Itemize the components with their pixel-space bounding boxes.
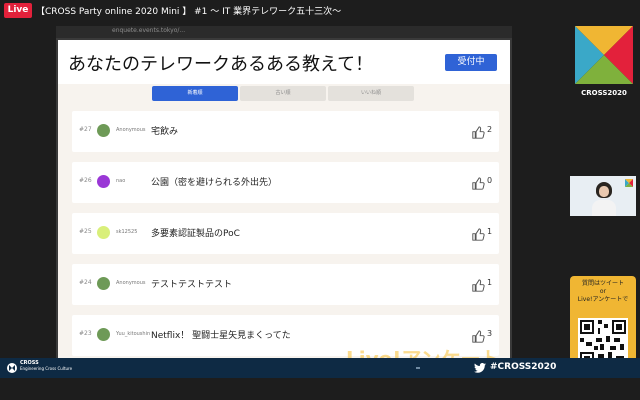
sort-tabs: 新着順 古い順 いいね順	[152, 86, 414, 101]
mini-logo-icon	[625, 179, 633, 187]
post-text: 公園（密を避けられる外出先）	[151, 178, 278, 188]
speaker-webcam	[570, 176, 636, 216]
cross-brand-icon	[7, 363, 17, 373]
cross-logo-icon	[575, 26, 633, 84]
post-item: #26 nao 公園（密を避けられる外出先） 0	[72, 162, 499, 203]
tab-most-liked[interactable]: いいね順	[328, 86, 414, 101]
like-icon[interactable]	[472, 226, 485, 241]
like-count: 1	[487, 227, 493, 236]
stream-title: 【CROSS Party online 2020 Mini 】 #1 〜 IT …	[36, 7, 342, 17]
tab-oldest[interactable]: 古い順	[240, 86, 326, 101]
post-text: 宅飲み	[151, 127, 179, 137]
post-number: #23	[79, 330, 92, 337]
post-username: Anonymous	[116, 280, 146, 286]
post-item: #27 Anonymous 宅飲み 2	[72, 111, 499, 152]
cta-line-3: Live!アンケートで	[577, 296, 629, 303]
post-username: Yuu_kitoushina...	[116, 331, 150, 337]
status-badge: 受付中	[445, 54, 497, 71]
like-icon[interactable]	[472, 175, 485, 190]
like-icon[interactable]	[472, 277, 485, 292]
answers-panel: 新着順 古い順 いいね順 #27 Anonymous 宅飲み 2 #26 nao 公園（密を…	[58, 84, 510, 360]
post-number: #26	[79, 177, 92, 184]
post-text: Netflix！ 聖闘士星矢見まくってた	[151, 331, 291, 341]
question-header: あなたのテレワークあるある教えて！ 受付中	[58, 40, 510, 84]
post-text: 多要素認証製品のPoC	[151, 229, 240, 239]
post-username: Anonymous	[116, 127, 146, 133]
avatar	[97, 328, 110, 341]
tab-newest[interactable]: 新着順	[152, 86, 238, 101]
avatar	[97, 175, 110, 188]
like-count: 1	[487, 278, 493, 287]
bottom-bar: CROSS Engineering Cross Culture #CROSS20…	[0, 358, 640, 378]
cta-line-2: or	[599, 288, 607, 295]
post-text: テストテストテスト	[151, 280, 233, 290]
avatar	[97, 277, 110, 290]
question-text: あなたのテレワークあるある教えて！	[68, 54, 374, 75]
event-hashtag: #CROSS2020	[490, 362, 557, 372]
url-text: enquete.events.tokyo/...	[112, 27, 186, 34]
post-number: #27	[79, 126, 92, 133]
avatar	[97, 124, 110, 137]
twitter-icon	[474, 363, 486, 373]
post-number: #25	[79, 228, 92, 235]
like-icon[interactable]	[472, 124, 485, 139]
post-number: #24	[79, 279, 92, 286]
divider-mark	[416, 367, 420, 369]
logo-text: CROSS2020	[581, 89, 627, 97]
post-username: nao	[116, 178, 126, 184]
post-item: #25 sk12525 多要素認証製品のPoC 1	[72, 213, 499, 254]
address-bar[interactable]: enquete.events.tokyo/...	[56, 26, 512, 38]
cross2020-logo: CROSS2020	[572, 26, 636, 98]
live-badge: Live	[4, 3, 32, 18]
like-count: 3	[487, 329, 493, 338]
post-username: sk12525	[116, 229, 138, 235]
like-count: 0	[487, 176, 493, 185]
avatar	[97, 226, 110, 239]
cta-line-1: 質問はツイート	[581, 280, 624, 287]
post-item: #24 Anonymous テストテストテスト 1	[72, 264, 499, 305]
bottom-brand: CROSS Engineering Cross Culture	[20, 360, 73, 372]
like-count: 2	[487, 125, 493, 134]
like-icon[interactable]	[472, 328, 485, 343]
